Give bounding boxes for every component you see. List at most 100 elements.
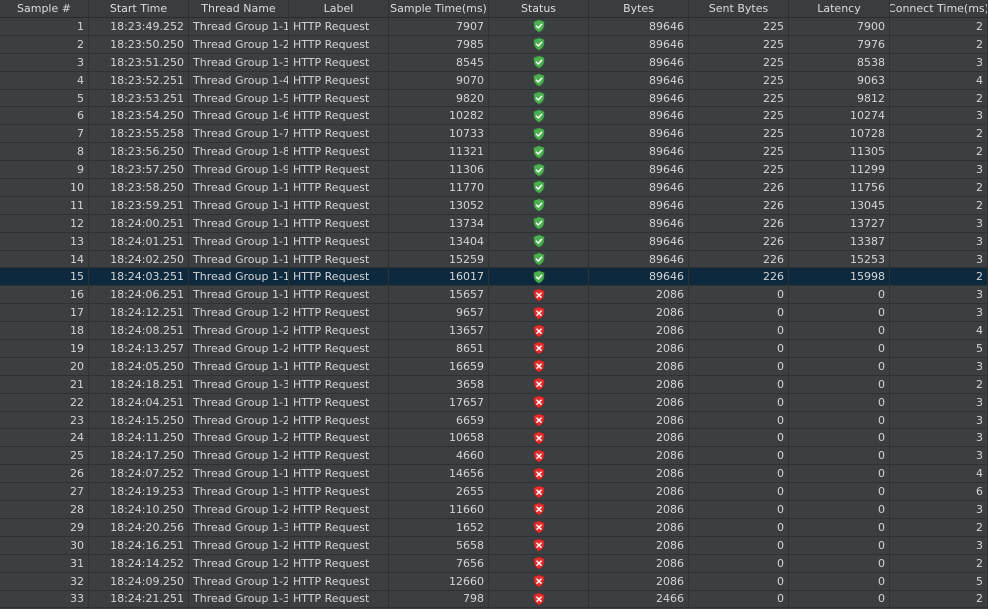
cell-bytes: 89646 bbox=[589, 161, 689, 179]
column-header-thread-name[interactable]: Thread Name bbox=[189, 0, 289, 17]
table-row[interactable]: 15 18:24:03.251 Thread Group 1-15 HTTP Requ… bbox=[0, 268, 988, 287]
cell-sample-number: 6 bbox=[0, 107, 89, 125]
column-header-bytes[interactable]: Bytes bbox=[589, 0, 689, 17]
table-row[interactable]: 23 18:24:15.250 Thread Group 1-27 HTTP Requ… bbox=[0, 411, 988, 430]
cell-label: HTTP Request bbox=[289, 322, 389, 340]
cell-label: HTTP Request bbox=[289, 53, 389, 71]
column-header-label[interactable]: Label bbox=[289, 0, 389, 17]
table-row[interactable]: 33 18:24:21.251 Thread Group 1-33 HTTP Requ… bbox=[0, 590, 988, 609]
table-row[interactable]: 12 18:24:00.251 Thread Group 1-12 HTTP Requ… bbox=[0, 214, 988, 233]
table-row[interactable]: 25 18:24:17.250 Thread Group 1-29 HTTP Requ… bbox=[0, 447, 988, 466]
cell-label: HTTP Request bbox=[289, 393, 389, 411]
table-row[interactable]: 19 18:24:13.257 Thread Group 1-25 HTTP Requ… bbox=[0, 340, 988, 358]
cell-label: HTTP Request bbox=[289, 483, 389, 501]
cell-start-time: 18:24:19.253 bbox=[89, 483, 189, 501]
cell-label: HTTP Request bbox=[289, 268, 389, 286]
cell-sent-bytes: 225 bbox=[689, 143, 789, 161]
cell-connect-time: 2 bbox=[890, 590, 988, 608]
column-header-sent-bytes[interactable]: Sent Bytes bbox=[689, 0, 789, 17]
cell-sent-bytes: 226 bbox=[689, 268, 789, 286]
cell-connect-time: 3 bbox=[890, 501, 988, 518]
cell-connect-time: 3 bbox=[890, 286, 988, 304]
table-row[interactable]: 4 18:23:52.251 Thread Group 1-4 HTTP Reques… bbox=[0, 71, 988, 90]
cell-bytes: 2086 bbox=[589, 375, 689, 393]
cell-thread-name: Thread Group 1-2 bbox=[189, 35, 289, 53]
results-table: Sample # Start Time Thread Name Label Sa… bbox=[0, 0, 988, 609]
cell-thread-name: Thread Group 1-19 bbox=[189, 465, 289, 483]
table-row[interactable]: 14 18:24:02.250 Thread Group 1-14 HTTP Requ… bbox=[0, 250, 988, 269]
table-header: Sample # Start Time Thread Name Label Sa… bbox=[0, 0, 988, 18]
table-row[interactable]: 22 18:24:04.251 Thread Group 1-16 HTTP Requ… bbox=[0, 393, 988, 412]
column-header-latency[interactable]: Latency bbox=[789, 0, 890, 17]
table-row[interactable]: 10 18:23:58.250 Thread Group 1-10 HTTP Requ… bbox=[0, 179, 988, 197]
cell-connect-time: 3 bbox=[890, 107, 988, 125]
table-row[interactable]: 30 18:24:16.251 Thread Group 1-28 HTTP Requ… bbox=[0, 536, 988, 555]
cell-thread-name: Thread Group 1-21 bbox=[189, 572, 289, 590]
cell-sample-number: 30 bbox=[0, 536, 89, 554]
table-row[interactable]: 28 18:24:10.250 Thread Group 1-22 HTTP Requ… bbox=[0, 501, 988, 519]
cell-sample-time: 7985 bbox=[389, 35, 489, 53]
table-row[interactable]: 3 18:23:51.250 Thread Group 1-3 HTTP Reques… bbox=[0, 53, 988, 72]
cell-latency: 0 bbox=[789, 465, 890, 483]
column-header-sample-number[interactable]: Sample # bbox=[0, 0, 89, 17]
cell-label: HTTP Request bbox=[289, 304, 389, 322]
cell-start-time: 18:24:15.250 bbox=[89, 411, 189, 429]
table-row[interactable]: 9 18:23:57.250 Thread Group 1-9 HTTP Reques… bbox=[0, 161, 988, 180]
table-row[interactable]: 1 18:23:49.252 Thread Group 1-1 HTTP Reques… bbox=[0, 18, 988, 36]
cell-sample-number: 4 bbox=[0, 71, 89, 89]
cell-connect-time: 3 bbox=[890, 429, 988, 447]
cell-label: HTTP Request bbox=[289, 107, 389, 125]
cell-thread-name: Thread Group 1-27 bbox=[189, 411, 289, 429]
table-row[interactable]: 18 18:24:08.251 Thread Group 1-20 HTTP Requ… bbox=[0, 322, 988, 341]
table-row[interactable]: 27 18:24:19.253 Thread Group 1-31 HTTP Requ… bbox=[0, 483, 988, 502]
cell-latency: 0 bbox=[789, 375, 890, 393]
table-row[interactable]: 6 18:23:54.250 Thread Group 1-6 HTTP Reques… bbox=[0, 107, 988, 126]
cell-connect-time: 5 bbox=[890, 340, 988, 357]
cell-label: HTTP Request bbox=[289, 71, 389, 89]
table-row[interactable]: 13 18:24:01.251 Thread Group 1-13 HTTP Requ… bbox=[0, 232, 988, 251]
cell-sent-bytes: 0 bbox=[689, 429, 789, 447]
table-row[interactable]: 2 18:23:50.250 Thread Group 1-2 HTTP Reques… bbox=[0, 35, 988, 54]
cell-latency: 15998 bbox=[789, 268, 890, 286]
cell-sent-bytes: 0 bbox=[689, 518, 789, 536]
cell-connect-time: 2 bbox=[890, 179, 988, 196]
table-row[interactable]: 24 18:24:11.250 Thread Group 1-23 HTTP Requ… bbox=[0, 429, 988, 448]
table-row[interactable]: 11 18:23:59.251 Thread Group 1-11 HTTP Requ… bbox=[0, 196, 988, 215]
cell-thread-name: Thread Group 1-6 bbox=[189, 107, 289, 125]
cell-start-time: 18:24:03.251 bbox=[89, 268, 189, 286]
success-shield-icon bbox=[489, 232, 589, 250]
cell-bytes: 2086 bbox=[589, 518, 689, 536]
cell-bytes: 89646 bbox=[589, 125, 689, 143]
table-row[interactable]: 16 18:24:06.251 Thread Group 1-18 HTTP Requ… bbox=[0, 286, 988, 305]
cell-start-time: 18:24:17.250 bbox=[89, 447, 189, 465]
cell-sample-time: 17657 bbox=[389, 393, 489, 411]
cell-start-time: 18:24:21.251 bbox=[89, 590, 189, 608]
column-header-start-time[interactable]: Start Time bbox=[89, 0, 189, 17]
table-row[interactable]: 31 18:24:14.252 Thread Group 1-26 HTTP Requ… bbox=[0, 554, 988, 573]
column-header-connect-time[interactable]: Connect Time(ms) bbox=[890, 0, 988, 17]
column-header-sample-time[interactable]: Sample Time(ms) bbox=[389, 0, 489, 17]
cell-connect-time: 4 bbox=[890, 71, 988, 89]
table-row[interactable]: 32 18:24:09.250 Thread Group 1-21 HTTP Requ… bbox=[0, 572, 988, 591]
table-row[interactable]: 8 18:23:56.250 Thread Group 1-8 HTTP Reques… bbox=[0, 143, 988, 162]
success-shield-icon bbox=[489, 179, 589, 196]
cell-bytes: 2086 bbox=[589, 286, 689, 304]
table-row[interactable]: 7 18:23:55.258 Thread Group 1-7 HTTP Reques… bbox=[0, 125, 988, 144]
cell-thread-name: Thread Group 1-14 bbox=[189, 250, 289, 268]
table-row[interactable]: 17 18:24:12.251 Thread Group 1-24 HTTP Requ… bbox=[0, 304, 988, 323]
cell-sample-time: 2655 bbox=[389, 483, 489, 501]
column-header-status[interactable]: Status bbox=[489, 0, 589, 17]
table-row[interactable]: 29 18:24:20.256 Thread Group 1-32 HTTP Requ… bbox=[0, 518, 988, 537]
table-row[interactable]: 5 18:23:53.251 Thread Group 1-5 HTTP Reques… bbox=[0, 89, 988, 108]
table-row[interactable]: 20 18:24:05.250 Thread Group 1-17 HTTP Requ… bbox=[0, 357, 988, 376]
table-row[interactable]: 21 18:24:18.251 Thread Group 1-30 HTTP Requ… bbox=[0, 375, 988, 394]
cell-connect-time: 3 bbox=[890, 447, 988, 465]
cell-start-time: 18:24:08.251 bbox=[89, 322, 189, 340]
cell-bytes: 89646 bbox=[589, 18, 689, 35]
table-row[interactable]: 26 18:24:07.252 Thread Group 1-19 HTTP Requ… bbox=[0, 465, 988, 484]
cell-start-time: 18:24:20.256 bbox=[89, 518, 189, 536]
cell-sample-number: 29 bbox=[0, 518, 89, 536]
cell-connect-time: 3 bbox=[890, 53, 988, 71]
cell-connect-time: 2 bbox=[890, 125, 988, 143]
cell-start-time: 18:24:11.250 bbox=[89, 429, 189, 447]
